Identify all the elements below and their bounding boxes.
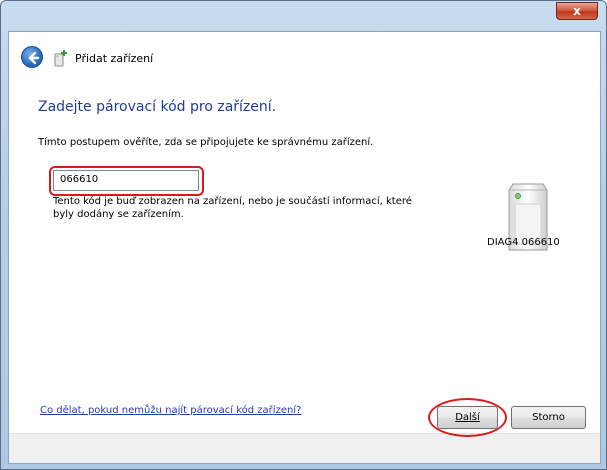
page-description: Tímto postupem ověříte, zda se připojuje… [38,137,374,148]
pairing-code-hint: Tento kód je buď zobrazen na zařízení, n… [53,196,412,220]
device-name-label: DIAG4 066610 [487,237,560,248]
next-button[interactable]: Další [437,406,498,429]
back-button[interactable] [21,46,43,68]
close-icon: x [573,4,581,18]
dialog-window: x Přidat zařízení Zadejte párovací kód p… [0,0,607,470]
page-title: Zadejte párovací kód pro zařízení. [38,99,277,115]
back-arrow-icon [28,51,40,65]
close-button[interactable]: x [556,2,598,20]
help-link[interactable]: Co dělat, pokud nemůžu najít párovací kó… [40,405,301,416]
cancel-button-label: Storno [532,412,565,423]
wizard-header: Přidat zařízení [9,32,600,80]
pairing-code-input[interactable]: 066610 [53,170,199,191]
add-device-icon [53,49,69,67]
button-bar [9,433,600,463]
dialog-client-area: Přidat zařízení Zadejte párovací kód pro… [8,31,601,464]
next-button-label: Další [455,412,480,423]
window-title: Přidat zařízení [75,52,154,65]
cancel-button[interactable]: Storno [511,406,586,429]
